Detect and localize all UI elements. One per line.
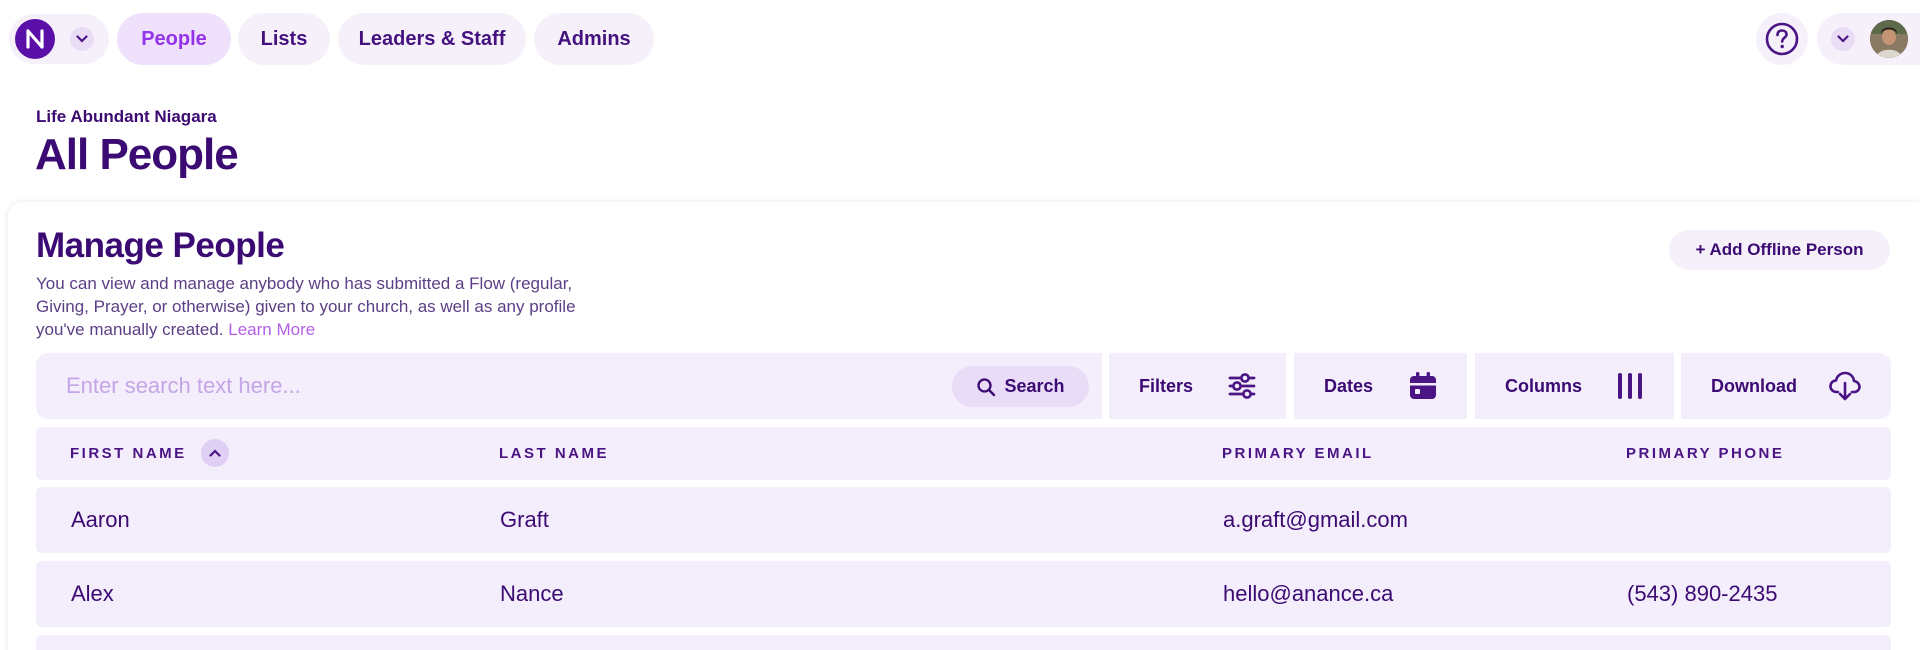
search-icon: [977, 377, 996, 396]
download-button[interactable]: Download: [1681, 353, 1891, 419]
cloud-download-icon: [1829, 371, 1861, 401]
user-menu[interactable]: [1817, 13, 1920, 65]
columns-label: Columns: [1505, 375, 1583, 396]
tab-leaders-staff[interactable]: Leaders & Staff: [338, 13, 526, 65]
table-row[interactable]: Alex Nance hello@anance.ca (543) 890-243…: [36, 561, 1891, 627]
search-box: Search: [36, 353, 1102, 419]
org-switcher[interactable]: [9, 14, 109, 64]
table-row[interactable]: Aaron Graft a.graft@gmail.com: [36, 487, 1891, 553]
column-header-primary-email[interactable]: PRIMARY EMAIL: [1222, 445, 1374, 462]
logo-n-icon[interactable]: [15, 19, 55, 59]
sliders-icon: [1228, 373, 1256, 399]
cell-last-name: Graft: [500, 507, 549, 532]
chevron-up-icon: [209, 449, 221, 457]
church-name: Life Abundant Niagara: [36, 107, 217, 126]
dates-button[interactable]: Dates: [1294, 353, 1467, 419]
filters-label: Filters: [1139, 375, 1194, 396]
add-offline-person-button[interactable]: + Add Offline Person: [1669, 230, 1890, 270]
chevron-down-icon[interactable]: [1831, 27, 1855, 51]
section-title: Manage People: [36, 226, 285, 265]
tab-people[interactable]: People: [117, 13, 231, 65]
top-navigation: People Lists Leaders & Staff Admins: [0, 0, 1920, 78]
column-header-primary-phone[interactable]: PRIMARY PHONE: [1626, 445, 1784, 462]
download-label: Download: [1711, 375, 1797, 396]
table-row[interactable]: [36, 635, 1891, 650]
cell-first-name: Alex: [71, 581, 114, 606]
cell-primary-email: hello@anance.ca: [1223, 581, 1394, 606]
avatar[interactable]: [1870, 20, 1908, 58]
help-button[interactable]: [1756, 13, 1808, 65]
column-header-first-name[interactable]: FIRST NAME: [70, 445, 187, 462]
cell-primary-phone: (543) 890-2435: [1627, 581, 1778, 606]
dates-label: Dates: [1324, 375, 1374, 396]
learn-more-link[interactable]: Learn More: [228, 320, 315, 339]
search-button-label: Search: [1004, 376, 1065, 396]
column-header-last-name[interactable]: LAST NAME: [499, 445, 609, 462]
cell-primary-email: a.graft@gmail.com: [1223, 507, 1408, 532]
columns-icon: [1618, 373, 1642, 399]
tab-lists[interactable]: Lists: [238, 13, 330, 65]
calendar-icon: [1410, 372, 1436, 399]
section-description: You can view and manage anybody who has …: [36, 272, 576, 341]
columns-button[interactable]: Columns: [1475, 353, 1674, 419]
chevron-down-icon[interactable]: [70, 27, 94, 51]
help-icon: [1765, 22, 1799, 56]
tab-admins[interactable]: Admins: [534, 13, 654, 65]
search-input[interactable]: [66, 369, 946, 403]
cell-last-name: Nance: [500, 581, 564, 606]
filters-button[interactable]: Filters: [1109, 353, 1286, 419]
search-button[interactable]: Search: [952, 366, 1089, 407]
cell-first-name: Aaron: [71, 507, 130, 532]
sort-ascending-button[interactable]: [201, 439, 229, 467]
page-title: All People: [35, 130, 239, 179]
table-header: FIRST NAME LAST NAME PRIMARY EMAIL PRIMA…: [36, 427, 1891, 480]
